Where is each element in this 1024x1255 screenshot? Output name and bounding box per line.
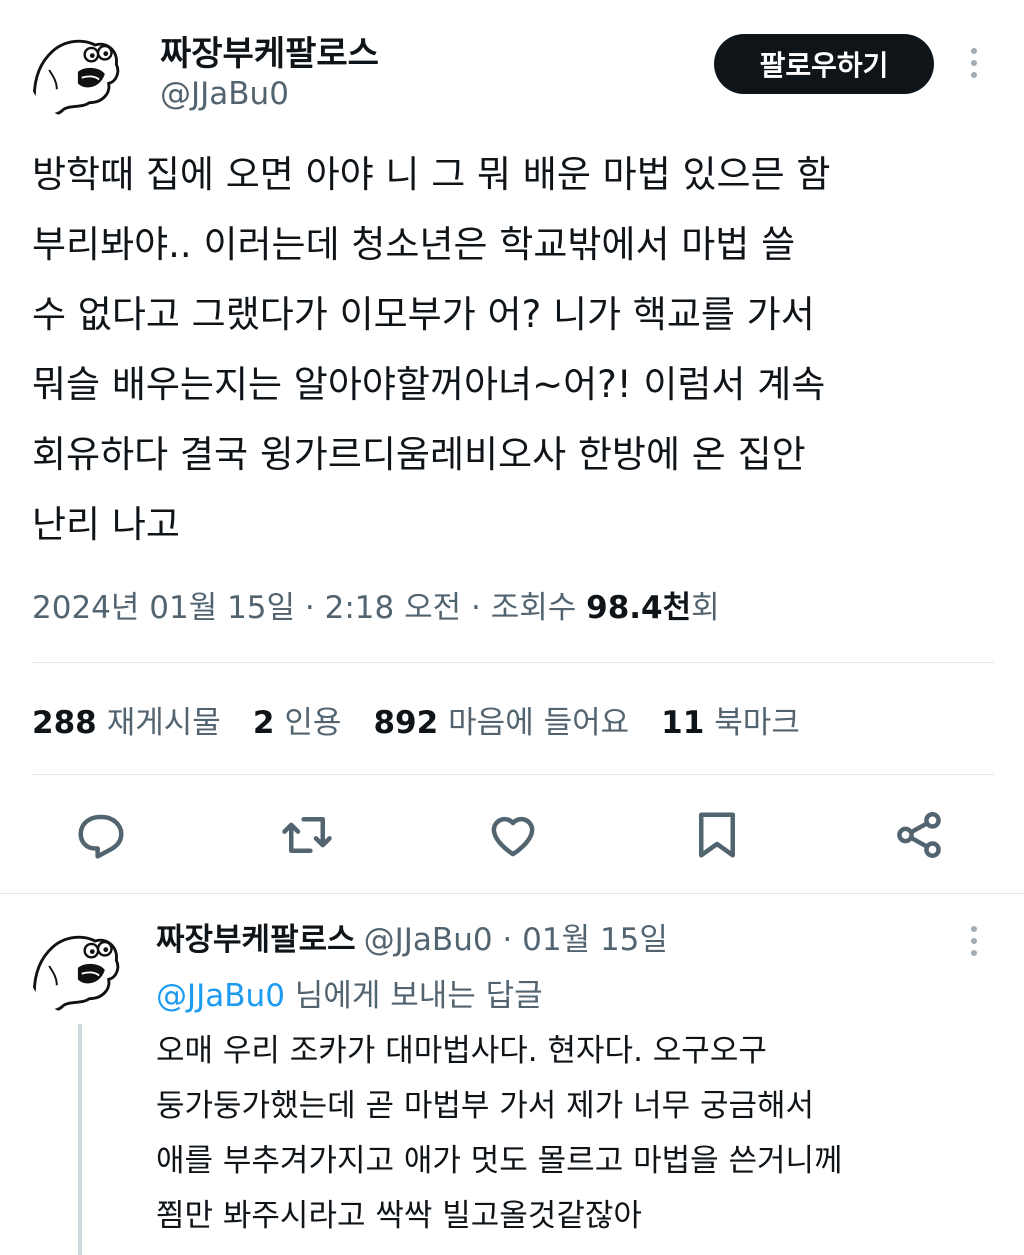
stat-bookmarks[interactable]: 11 북마크	[661, 697, 800, 742]
author-handle[interactable]: @JJaBu0	[160, 76, 289, 112]
share-icon	[897, 812, 941, 858]
heart-icon	[491, 816, 535, 857]
like-button[interactable]	[486, 808, 540, 862]
cartoon-creature-avatar-icon	[32, 935, 120, 1013]
stat-count: 288	[32, 705, 97, 741]
stat-likes[interactable]: 892 마음에 들어요	[373, 697, 629, 742]
views-label: 조회수	[490, 590, 587, 626]
reply-text: 오매 우리 조카가 대마법사다. 현자다. 오구오구 둥가둥가했는데 곧 마법부…	[156, 1033, 843, 1234]
more-options-icon[interactable]	[964, 48, 984, 78]
stat-label: 북마크	[714, 705, 800, 741]
divider	[0, 893, 1024, 894]
stat-label: 인용	[284, 705, 342, 741]
tweet-date[interactable]: 2024년 01월 15일	[32, 590, 295, 626]
stat-label: 재게시물	[106, 705, 221, 741]
follow-button[interactable]: 팔로우하기	[714, 34, 934, 94]
views-suffix: 회	[691, 590, 720, 626]
reply-date[interactable]: · 01월 15일	[493, 922, 668, 958]
author-avatar[interactable]	[28, 22, 124, 118]
cartoon-creature-avatar-icon	[32, 39, 120, 117]
tweet-text: 방학때 집에 오면 아야 니 그 뭐 배운 마법 있으믄 함 부리봐야.. 이러…	[32, 153, 831, 546]
author-display-name[interactable]: 짜장부케팔로스	[160, 26, 379, 75]
reply-icon	[78, 814, 124, 859]
share-button[interactable]	[892, 808, 946, 862]
meta-separator: ·	[461, 590, 491, 626]
stat-count: 2	[252, 705, 275, 741]
reply-more-options-icon[interactable]	[964, 926, 984, 956]
replying-to: @JJaBu0 님에게 보내는 답글	[156, 970, 543, 1015]
reply-author-handle[interactable]: @JJaBu0	[364, 922, 493, 958]
reply-button[interactable]	[74, 808, 128, 862]
repost-button[interactable]	[280, 808, 334, 862]
stat-count: 11	[661, 705, 705, 741]
mention-link[interactable]: @JJaBu0	[156, 978, 285, 1014]
reply-author-avatar[interactable]	[28, 918, 124, 1014]
tweet-meta: 2024년 01월 15일 · 2:18 오전 · 조회수 98.4천회	[32, 582, 720, 627]
stat-label: 마음에 들어요	[448, 705, 630, 741]
divider	[32, 662, 994, 663]
bookmark-icon	[699, 812, 735, 858]
replying-to-label: 님에게 보내는 답글	[284, 978, 543, 1014]
retweet-icon	[282, 817, 332, 853]
engagement-stats: 288 재게시물 2 인용 892 마음에 들어요 11 북마크	[32, 697, 800, 742]
reply-author-display-name[interactable]: 짜장부케팔로스	[156, 922, 356, 958]
stat-reposts[interactable]: 288 재게시물	[32, 697, 221, 742]
stat-quotes[interactable]: 2 인용	[253, 697, 342, 742]
stat-count: 892	[373, 705, 439, 741]
thread-line	[78, 1024, 82, 1255]
tweet-time[interactable]: 2:18 오전	[325, 590, 462, 626]
reply-header: 짜장부케팔로스 @JJaBu0 · 01월 15일	[156, 914, 668, 959]
meta-separator: ·	[295, 590, 325, 626]
views-count: 98.4천	[586, 590, 692, 626]
divider	[32, 774, 994, 775]
bookmark-button[interactable]	[690, 808, 744, 862]
